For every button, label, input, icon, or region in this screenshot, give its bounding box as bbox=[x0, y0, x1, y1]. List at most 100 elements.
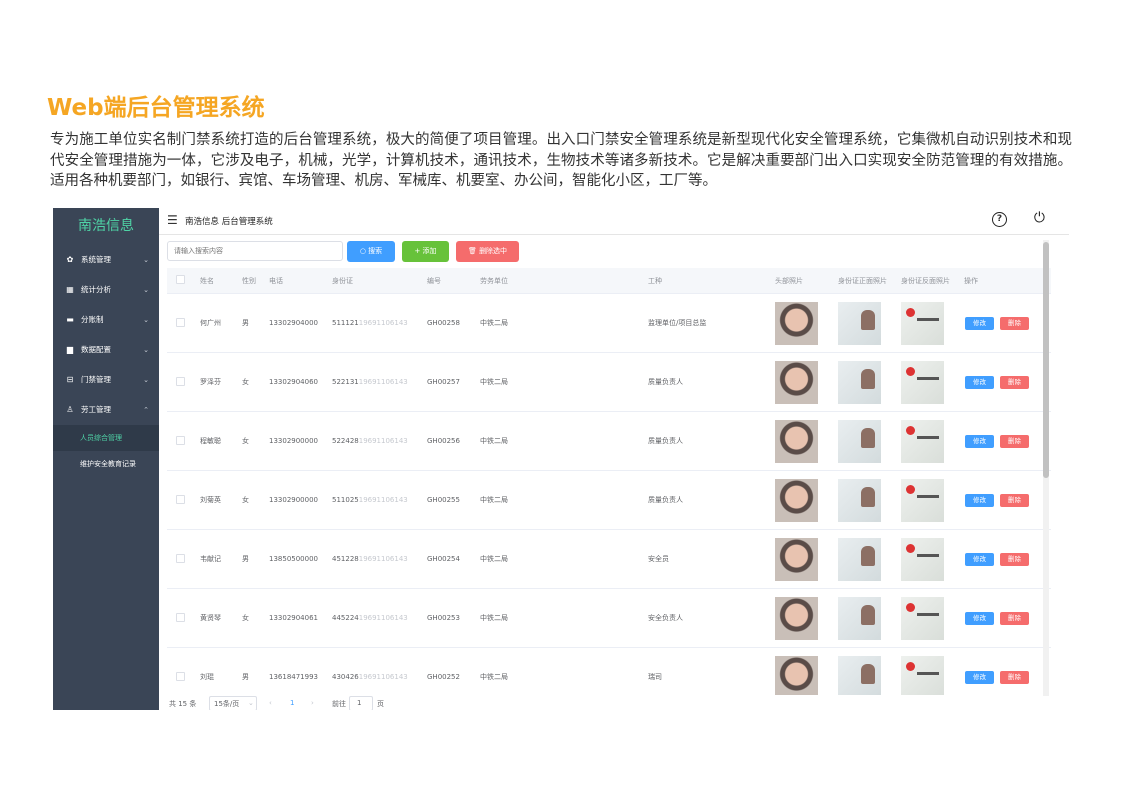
id-back-photo[interactable] bbox=[901, 478, 944, 522]
cell-unit: 中铁二局 bbox=[480, 647, 648, 695]
cell-id: 52213119691106143 bbox=[332, 352, 427, 412]
cell-gender: 女 bbox=[242, 470, 269, 530]
page-heading: Web端后台管理系统 bbox=[47, 95, 265, 121]
page-current[interactable]: 1 bbox=[290, 699, 294, 707]
cell-id: 51112119691106143 bbox=[332, 293, 427, 353]
row-checkbox[interactable] bbox=[176, 553, 185, 563]
head-photo[interactable] bbox=[775, 655, 818, 695]
row-checkbox[interactable] bbox=[176, 612, 185, 622]
table-row: 刘琨男 13618471993 43042619691106143 GH00252 中铁… bbox=[167, 647, 1051, 695]
id-back-photo[interactable] bbox=[901, 537, 944, 581]
edit-button[interactable]: 修改 bbox=[965, 375, 994, 389]
menu-toggle-icon[interactable]: ☰ bbox=[167, 213, 178, 227]
search-input[interactable] bbox=[167, 241, 343, 261]
select-all-checkbox[interactable] bbox=[176, 275, 185, 284]
id-back-photo[interactable] bbox=[901, 596, 944, 640]
id-back-photo[interactable] bbox=[901, 301, 944, 345]
sidebar-item[interactable]: ▬ 分账制 ⌄ bbox=[53, 305, 159, 335]
head-photo[interactable] bbox=[775, 360, 818, 404]
sidebar-item[interactable]: ⊟ 门禁管理 ⌄ bbox=[53, 365, 159, 395]
cell-id-front bbox=[838, 293, 901, 353]
delete-button[interactable]: 删除 bbox=[1000, 611, 1029, 625]
row-checkbox[interactable] bbox=[176, 317, 185, 327]
cell-id-front bbox=[838, 352, 901, 412]
delete-button[interactable]: 删除 bbox=[1000, 316, 1029, 330]
cell-id: 51102519691106143 bbox=[332, 470, 427, 530]
power-icon[interactable]: ⏻ bbox=[1034, 210, 1045, 226]
chevron-icon: ⌄ bbox=[143, 316, 149, 324]
sidebar-item[interactable]: ▦ 统计分析 ⌄ bbox=[53, 275, 159, 305]
emblem-icon bbox=[906, 484, 915, 494]
id-front-photo[interactable] bbox=[838, 301, 881, 345]
cell-id-back bbox=[901, 529, 964, 589]
staff-table: 姓名 性别 电话 身份证 编号 劳务单位 工种 头部照片 身份证正面照片 身份证反面照片 操作 何广… bbox=[167, 268, 1051, 695]
delete-button[interactable]: 删除 bbox=[1000, 670, 1029, 684]
door-icon: ⊟ bbox=[66, 375, 74, 384]
id-front-photo[interactable] bbox=[838, 596, 881, 640]
delete-button[interactable]: 删除 bbox=[1000, 552, 1029, 566]
head-photo[interactable] bbox=[775, 537, 818, 581]
id-front-photo[interactable] bbox=[838, 360, 881, 404]
add-button[interactable]: + 添加 bbox=[402, 241, 449, 262]
cell-actions: 修改 删除 bbox=[964, 470, 1051, 530]
sidebar-item[interactable]: ▆ 数据配置 ⌄ bbox=[53, 335, 159, 365]
sidebar-item-label: 统计分析 bbox=[81, 285, 111, 294]
prev-page-button[interactable]: ‹ bbox=[269, 699, 272, 707]
column-header: 姓名 bbox=[200, 268, 242, 294]
cell-unit: 中铁二局 bbox=[480, 411, 648, 471]
sidebar: 南浩信息 ✿ 系统管理 ⌄ ▦ 统计分析 ⌄ ▬ 分账制 ⌄ ▆ 数据配置 ⌄ ⊟ 门禁管理 ⌄ ♙ 劳工管理 ⌃… bbox=[53, 208, 159, 710]
sidebar-item[interactable]: ✿ 系统管理 ⌄ bbox=[53, 245, 159, 275]
edit-button[interactable]: 修改 bbox=[965, 552, 994, 566]
delete-selected-button[interactable]: 🗑 删除选中 bbox=[456, 241, 519, 262]
edit-button[interactable]: 修改 bbox=[965, 670, 994, 684]
head-photo[interactable] bbox=[775, 419, 818, 463]
delete-button[interactable]: 删除 bbox=[1000, 375, 1029, 389]
cell-code: GH00254 bbox=[427, 529, 480, 589]
delete-button[interactable]: 删除 bbox=[1000, 434, 1029, 448]
cell-id-front bbox=[838, 647, 901, 695]
next-page-button[interactable]: › bbox=[311, 699, 314, 707]
edit-button[interactable]: 修改 bbox=[965, 316, 994, 330]
cell-phone: 13850500000 bbox=[269, 529, 332, 589]
id-prefix: 511025 bbox=[332, 496, 359, 504]
cell-gender: 女 bbox=[242, 352, 269, 412]
id-front-photo[interactable] bbox=[838, 537, 881, 581]
help-icon[interactable]: ? bbox=[992, 212, 1007, 227]
scrollbar[interactable] bbox=[1043, 240, 1049, 696]
head-photo[interactable] bbox=[775, 301, 818, 345]
head-photo[interactable] bbox=[775, 596, 818, 640]
id-front-photo[interactable] bbox=[838, 655, 881, 695]
sidebar-subitem[interactable]: 人员综合管理 bbox=[53, 425, 159, 451]
edit-button[interactable]: 修改 bbox=[965, 493, 994, 507]
head-photo[interactable] bbox=[775, 478, 818, 522]
column-header: 性别 bbox=[242, 268, 269, 294]
edit-button[interactable]: 修改 bbox=[965, 611, 994, 625]
id-prefix: 451228 bbox=[332, 555, 359, 563]
sidebar-subitem[interactable]: 维护安全教育记录 bbox=[53, 451, 159, 477]
cell-id-back bbox=[901, 293, 964, 353]
id-rest: 19691106143 bbox=[358, 496, 408, 504]
row-checkbox[interactable] bbox=[176, 376, 185, 386]
column-header: 头部照片 bbox=[775, 268, 838, 294]
goto-label: 前往 bbox=[332, 700, 346, 708]
row-checkbox[interactable] bbox=[176, 671, 185, 681]
id-back-photo[interactable] bbox=[901, 655, 944, 695]
edit-button[interactable]: 修改 bbox=[965, 434, 994, 448]
id-back-photo[interactable] bbox=[901, 360, 944, 404]
id-portrait bbox=[861, 309, 875, 330]
delete-button[interactable]: 删除 bbox=[1000, 493, 1029, 507]
id-portrait bbox=[861, 663, 875, 684]
emblem-icon bbox=[906, 661, 915, 671]
id-front-photo[interactable] bbox=[838, 478, 881, 522]
emblem-icon bbox=[906, 602, 915, 612]
chevron-icon: ⌄ bbox=[143, 286, 149, 294]
search-button[interactable]: ○ 搜索 bbox=[347, 241, 395, 262]
cell-head-photo bbox=[775, 647, 838, 695]
sidebar-item[interactable]: ♙ 劳工管理 ⌃ bbox=[53, 395, 159, 425]
id-back-photo[interactable] bbox=[901, 419, 944, 463]
row-checkbox[interactable] bbox=[176, 494, 185, 504]
row-checkbox[interactable] bbox=[176, 435, 185, 445]
id-front-photo[interactable] bbox=[838, 419, 881, 463]
brand-logo[interactable]: 南浩信息 bbox=[53, 208, 159, 245]
scrollbar-thumb[interactable] bbox=[1043, 242, 1049, 478]
